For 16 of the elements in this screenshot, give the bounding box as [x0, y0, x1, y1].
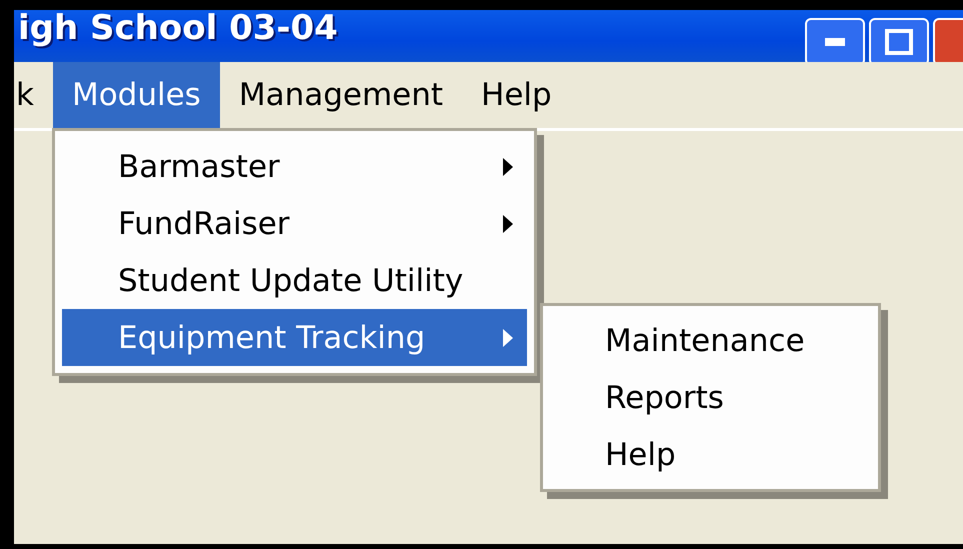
menu-item[interactable]: Help	[550, 426, 871, 483]
menu-bar-item[interactable]: Modules	[52, 62, 220, 128]
minimize-icon	[825, 38, 845, 46]
menu-item[interactable]: Barmaster	[62, 138, 528, 195]
menu-bar-item[interactable]: Help	[462, 62, 571, 128]
menu-bar-item[interactable]: k	[14, 62, 53, 128]
menu-item[interactable]: Equipment Tracking	[62, 309, 528, 366]
menu-item[interactable]: Student Update Utility	[62, 252, 528, 309]
menu-item[interactable]: Reports	[550, 369, 871, 426]
menu-item[interactable]: FundRaiser	[62, 195, 528, 252]
maximize-button[interactable]	[869, 18, 929, 62]
menu-bar-item[interactable]: Management	[220, 62, 462, 128]
maximize-icon	[885, 29, 913, 55]
minimize-button[interactable]	[805, 18, 865, 62]
window-title: igh School 03-04	[18, 10, 338, 48]
menu-item[interactable]: Maintenance	[550, 312, 871, 369]
